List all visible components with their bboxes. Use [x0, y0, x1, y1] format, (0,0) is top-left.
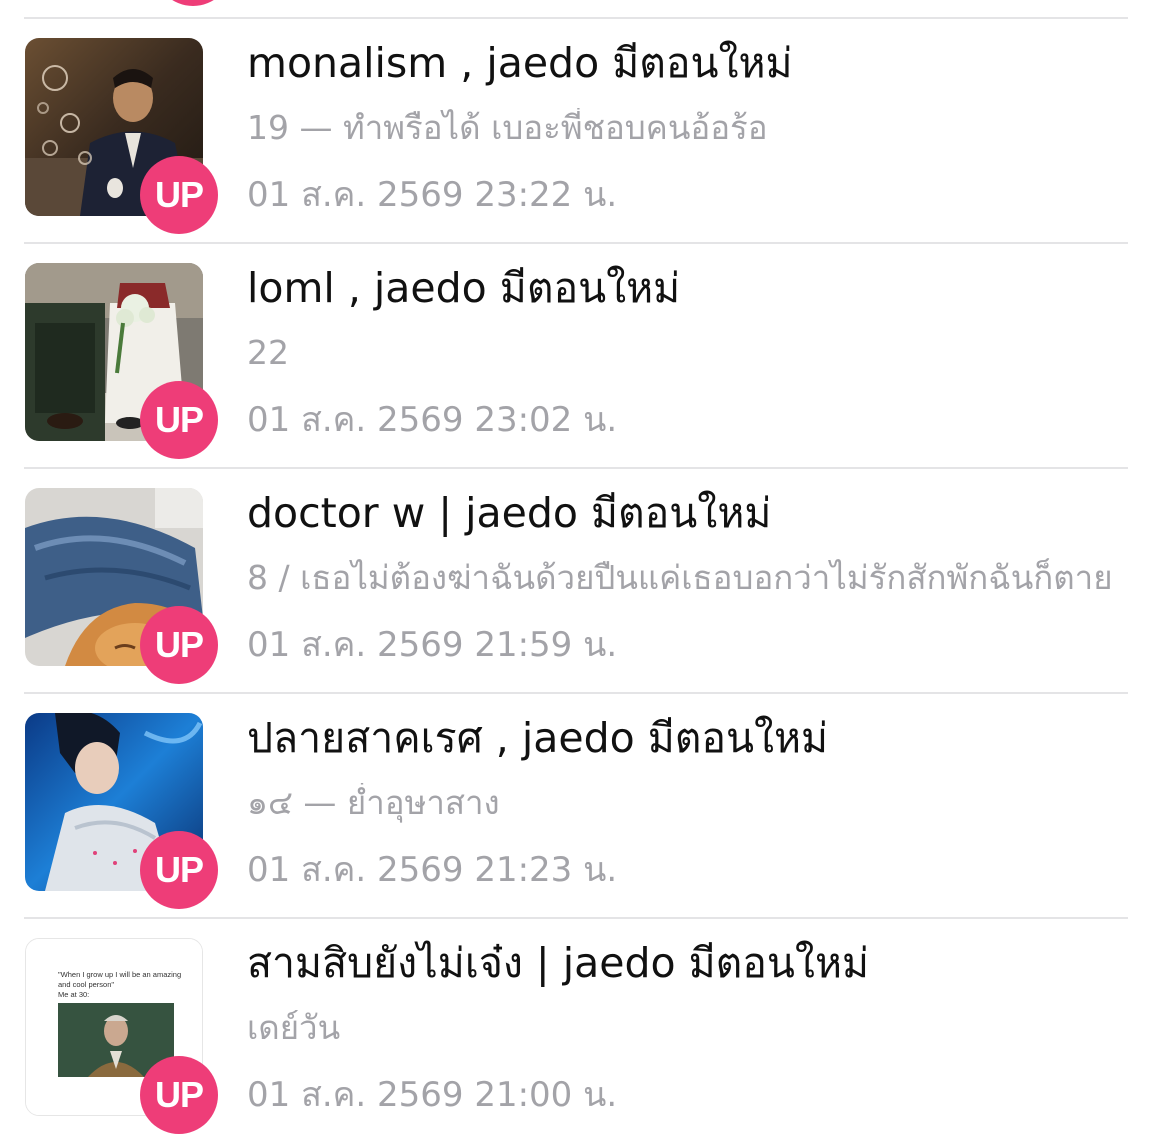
cover-meme-text: and cool person" — [58, 980, 114, 989]
up-badge[interactable]: UP — [140, 1056, 218, 1134]
chapter-title: 22 — [247, 333, 289, 372]
list-item[interactable]: "When I grow up I will be an amazing and… — [0, 918, 1161, 1143]
chapter-title: 8 / เธอไม่ต้องฆ่าฉันด้วยปืนแค่เธอบอกว่าไ… — [247, 558, 1113, 597]
update-timestamp: 01 ส.ค. 2569 23:22 น. — [247, 175, 618, 215]
chapter-title: 19 — ทำพรือได้ เบอะพี่ชอบคนอ้อร้อ — [247, 108, 768, 147]
up-badge[interactable]: UP — [140, 831, 218, 909]
update-timestamp: 01 ส.ค. 2569 23:02 น. — [247, 400, 618, 440]
list-item[interactable]: UP doctor w | jaedo มีตอนใหม่ 8 / เธอไม่… — [0, 468, 1161, 693]
list-item[interactable]: UP ปลายสาคเรศ , jaedo มีตอนใหม่ ๑๔ — ย่ำ… — [0, 693, 1161, 918]
cover-meme-text: "When I grow up I will be an amazing — [58, 970, 181, 979]
up-badge[interactable]: UP — [140, 156, 218, 234]
up-badge[interactable]: UP — [140, 606, 218, 684]
story-title[interactable]: loml , jaedo มีตอนใหม่ — [247, 263, 680, 313]
story-title[interactable]: monalism , jaedo มีตอนใหม่ — [247, 38, 793, 88]
update-timestamp: 01 ส.ค. 2569 21:59 น. — [247, 625, 618, 665]
story-title[interactable]: ปลายสาคเรศ , jaedo มีตอนใหม่ — [247, 713, 828, 763]
chapter-title: ๑๔ — ย่ำอุษาสาง — [247, 783, 500, 822]
update-timestamp: 01 ส.ค. 2569 21:00 น. — [247, 1075, 618, 1115]
list-item[interactable]: UP loml , jaedo มีตอนใหม่ 22 01 ส.ค. 256… — [0, 243, 1161, 468]
list-item[interactable]: UP monalism , jaedo มีตอนใหม่ 19 — ทำพรื… — [0, 18, 1161, 243]
story-title[interactable]: doctor w | jaedo มีตอนใหม่ — [247, 488, 771, 538]
previous-row-up-badge[interactable] — [154, 0, 232, 6]
up-badge[interactable]: UP — [140, 381, 218, 459]
cover-meme-text: Me at 30: — [58, 990, 89, 999]
chapter-title: เดย์วัน — [247, 1008, 341, 1047]
update-timestamp: 01 ส.ค. 2569 21:23 น. — [247, 850, 618, 890]
story-title[interactable]: สามสิบยังไม่เจ๋ง | jaedo มีตอนใหม่ — [247, 938, 869, 988]
